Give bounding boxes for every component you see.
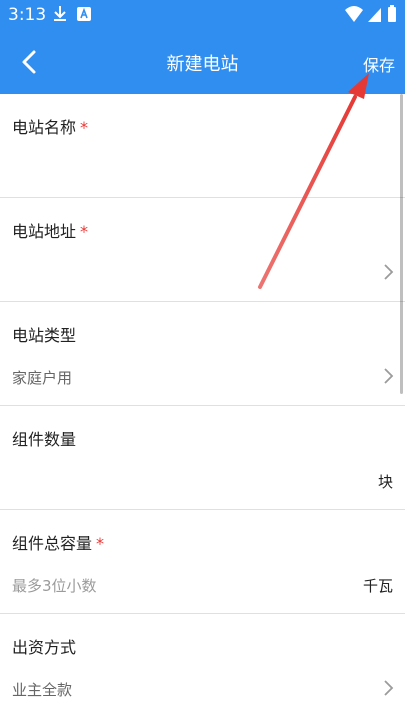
module-count-row[interactable]: 组件数量 块 (0, 406, 405, 510)
station-address-row[interactable]: 电站地址 * (0, 198, 405, 302)
station-name-label: 电站名称 (12, 118, 77, 137)
module-count-label: 组件数量 (12, 430, 77, 449)
form-list: 电站名称 * 电站地址 * 电站类型 家庭户用 组件数量 块 组件总容量 * 最多3位… (0, 94, 405, 720)
scrollbar[interactable] (400, 94, 403, 394)
page-title: 新建电站 (166, 54, 239, 75)
total-capacity-unit: 千瓦 (362, 577, 393, 595)
signal-icon (368, 8, 381, 22)
a-icon (77, 7, 91, 21)
save-button[interactable]: 保存 (363, 52, 395, 76)
module-count-unit: 块 (377, 473, 393, 491)
station-type-value: 家庭户用 (12, 369, 73, 387)
station-type-row[interactable]: 电站类型 家庭户用 (0, 302, 405, 406)
funding-method-row[interactable]: 出资方式 业主全款 (0, 614, 405, 717)
funding-method-label: 出资方式 (12, 638, 77, 657)
download-icon (54, 6, 66, 21)
station-address-label: 电站地址 (12, 222, 77, 241)
required-mark: * (80, 118, 89, 137)
total-capacity-row[interactable]: 组件总容量 * 最多3位小数 千瓦 (0, 510, 405, 614)
total-capacity-label: 组件总容量 (12, 534, 93, 553)
battery-icon (388, 5, 396, 22)
status-time: 3:13 (8, 5, 47, 25)
chevron-right-icon (384, 368, 394, 384)
status-bar: 3:13 (0, 0, 405, 30)
funding-method-value: 业主全款 (12, 681, 73, 699)
station-type-label: 电站类型 (12, 326, 77, 345)
wifi-icon (345, 6, 363, 22)
station-name-row[interactable]: 电站名称 * (0, 94, 405, 198)
chevron-right-icon (384, 264, 394, 280)
required-mark: * (80, 222, 89, 241)
chevron-right-icon (384, 680, 394, 696)
app-bar: 新建电站 保存 (0, 30, 405, 94)
required-mark: * (96, 534, 105, 553)
total-capacity-input[interactable]: 最多3位小数 (12, 575, 97, 596)
